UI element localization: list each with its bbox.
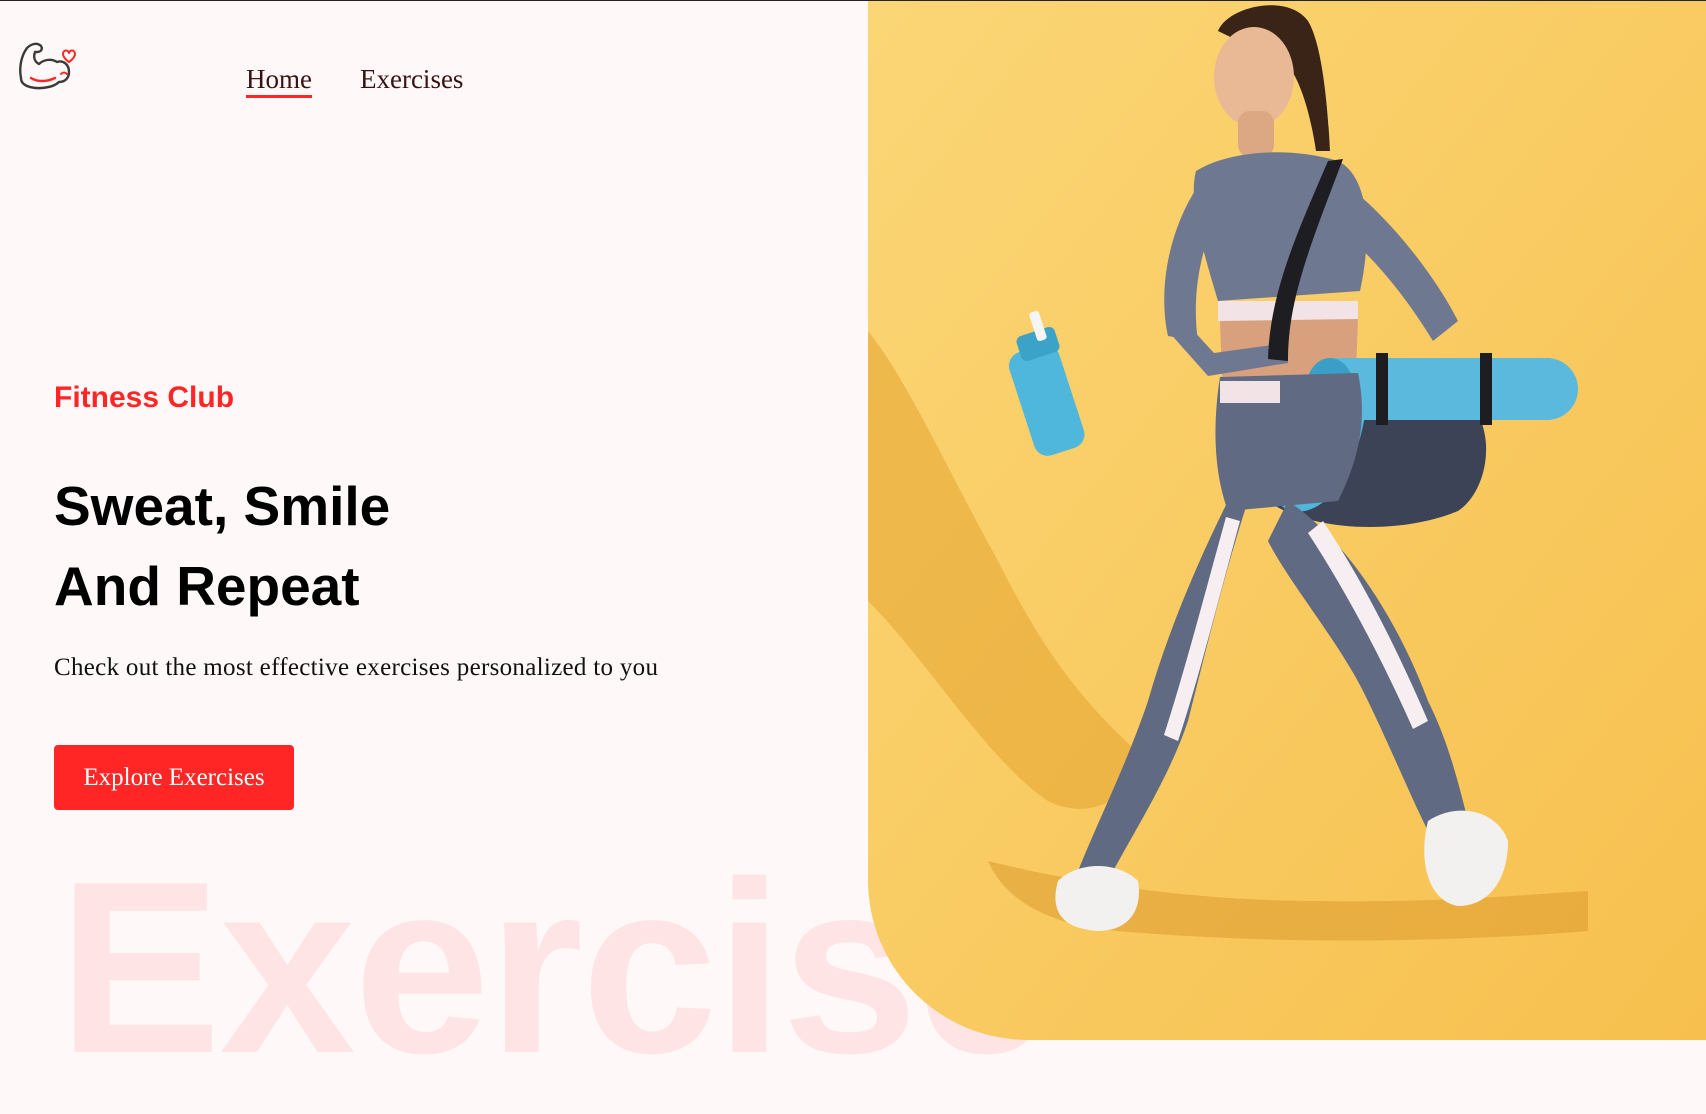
hero-banner-image — [868, 1, 1706, 1040]
hero-eyebrow: Fitness Club — [54, 381, 235, 414]
nav-link-home[interactable]: Home — [246, 64, 312, 98]
logo-icon[interactable] — [17, 38, 77, 94]
hero-headline: Sweat, Smile And Repeat — [54, 466, 390, 626]
hero-headline-line1: Sweat, Smile — [54, 475, 391, 537]
main-nav: Home Exercises — [246, 64, 463, 98]
nav-link-exercises[interactable]: Exercises — [360, 64, 463, 95]
hero-headline-line2: And Repeat — [54, 555, 360, 617]
explore-exercises-button[interactable]: Explore Exercises — [54, 745, 294, 810]
hero-subtitle: Check out the most effective exercises p… — [54, 654, 659, 681]
